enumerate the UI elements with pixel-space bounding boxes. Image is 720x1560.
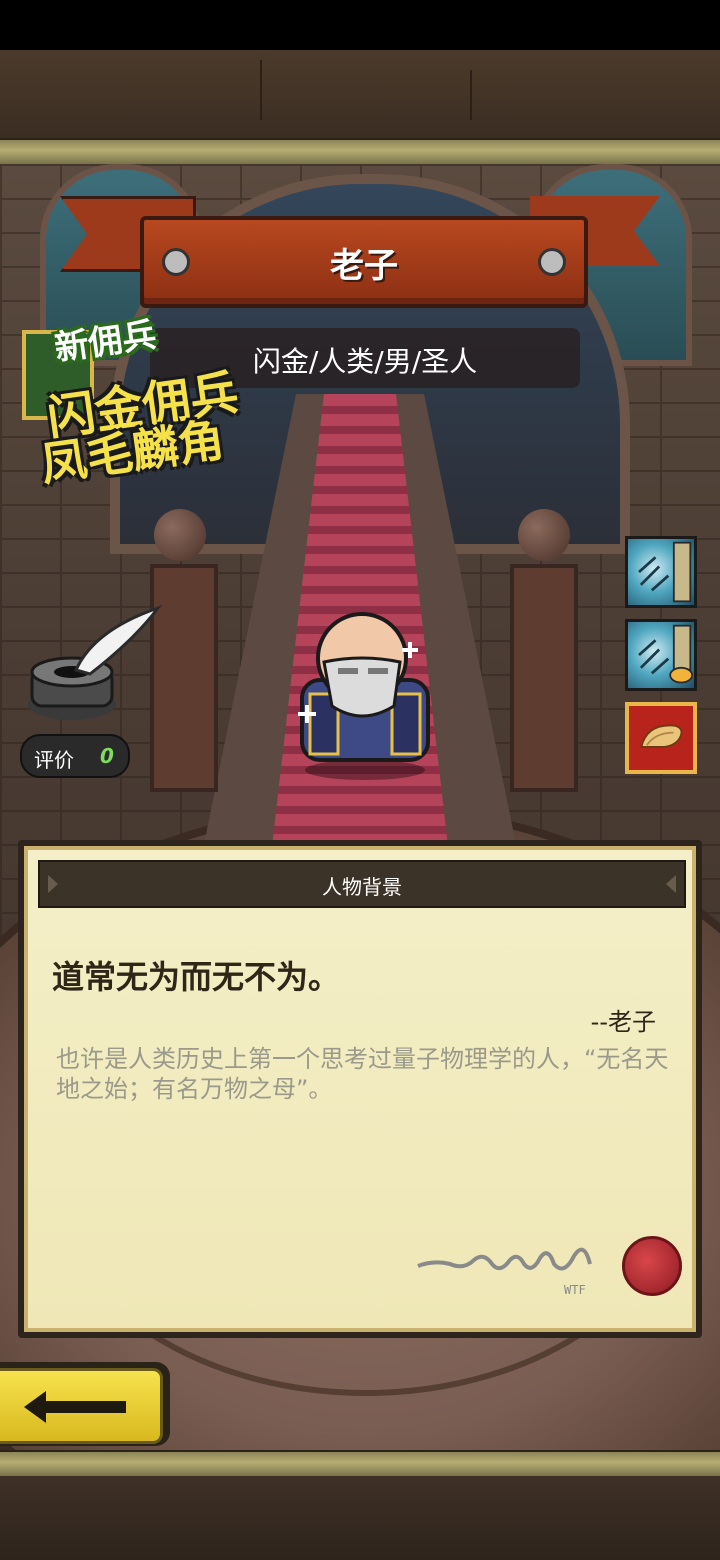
quote-text: 道常无为而无不为。 xyxy=(52,958,341,996)
wax-seal-icon xyxy=(622,1236,682,1296)
rating-badge: 评价 0 xyxy=(20,734,130,778)
triangle-right-icon xyxy=(666,875,676,893)
scroll-icon xyxy=(640,724,683,748)
status-bar xyxy=(0,0,720,50)
rating-value: 0 xyxy=(100,744,114,768)
frost-shield-icon xyxy=(638,541,692,603)
frost-handshake-icon xyxy=(638,624,694,684)
top-decoration xyxy=(0,50,720,142)
panel-header: 人物背景 xyxy=(38,860,686,908)
bottom-decoration xyxy=(0,1476,720,1560)
back-button[interactable] xyxy=(0,1362,170,1446)
svg-text:WTF: WTF xyxy=(564,1283,586,1297)
character-name: 老子 xyxy=(330,246,398,286)
panel-title: 人物背景 xyxy=(322,875,402,899)
character-sprite xyxy=(290,610,440,780)
skill-scroll-button[interactable] xyxy=(625,702,697,774)
back-arrow-icon xyxy=(24,1391,126,1423)
rating-label: 评价 xyxy=(34,748,74,772)
quote-author: --老子 xyxy=(590,1008,656,1036)
skill-frost-handshake-button[interactable] xyxy=(625,619,697,691)
character-background-panel: 人物背景 道常无为而无不为。 --老子 也许是人类历史上第一个思考过量子物理学的… xyxy=(18,840,702,1338)
promo-tag: 新佣兵 xyxy=(52,315,159,369)
signature-icon: WTF xyxy=(417,1247,592,1297)
character-description: 也许是人类历史上第一个思考过量子物理学的人，“无名天地之始；有名万物之母”。 xyxy=(56,1045,669,1103)
inkwell-quill-icon[interactable] xyxy=(24,600,164,740)
skill-frost-shield-button[interactable] xyxy=(625,536,697,608)
new-mercenary-promo[interactable]: 新佣兵 闪金佣兵 凤毛麟角 xyxy=(18,312,258,492)
name-banner: 老子 xyxy=(60,186,660,308)
